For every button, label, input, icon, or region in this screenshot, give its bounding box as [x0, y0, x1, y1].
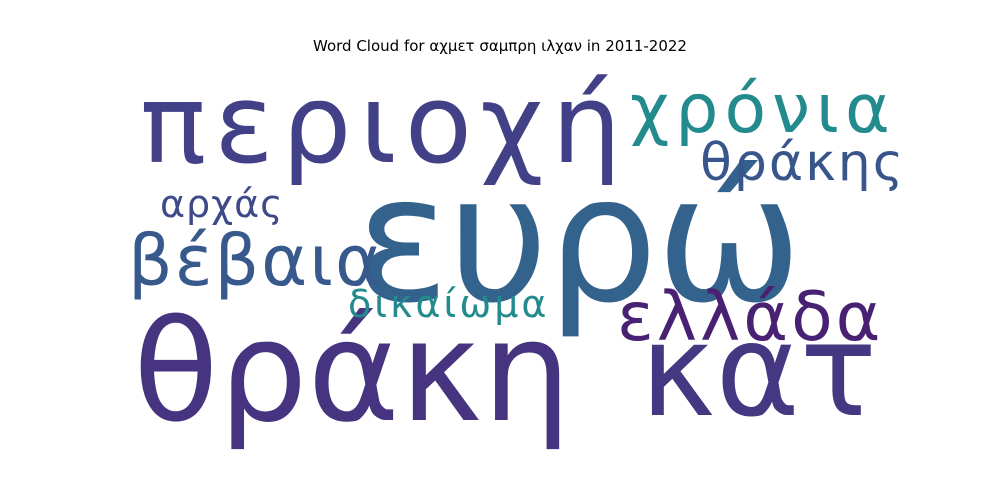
word-cloud: ευρώθράκηπεριοχήκατχρόνιαελλάδαβέβαιαθρά…: [128, 60, 905, 454]
word-10: αρχάς: [160, 182, 283, 226]
word-cloud-figure: Word Cloud for αχμετ σαμπρη ιλχαν in 201…: [0, 0, 1000, 500]
word-3: περιοχή: [140, 60, 629, 188]
word-7: βέβαια: [128, 220, 383, 302]
word-6: ελλάδα: [617, 278, 884, 357]
word-8: θράκης: [700, 133, 905, 193]
word-9: δικαίωμα: [348, 282, 549, 326]
